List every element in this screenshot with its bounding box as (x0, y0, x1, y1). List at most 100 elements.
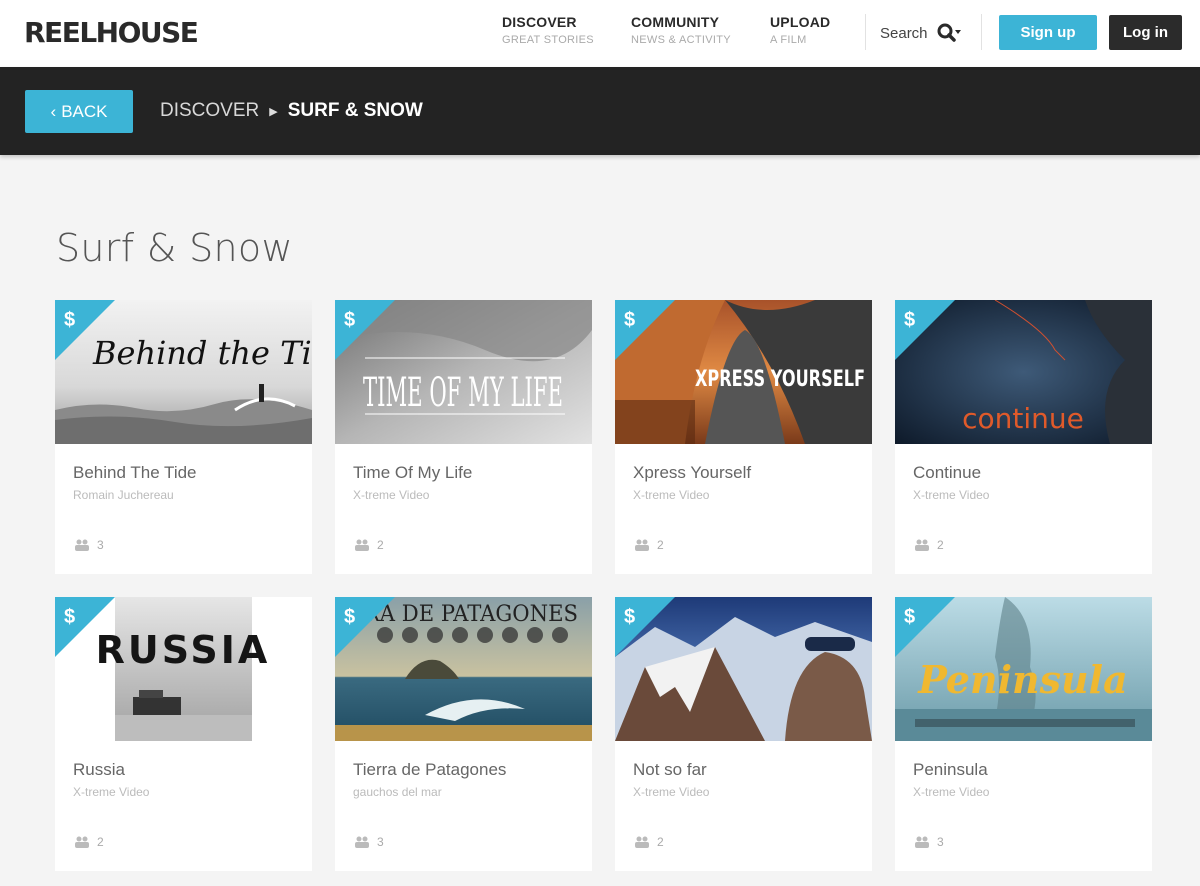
film-title[interactable]: Continue (913, 463, 981, 483)
film-title[interactable]: Time Of My Life (353, 463, 472, 483)
dollar-icon: $ (55, 597, 115, 657)
film-thumbnail[interactable]: $ (615, 597, 872, 741)
svg-text:$: $ (344, 309, 355, 331)
nav-community-label: COMMUNITY (631, 14, 720, 30)
nav-upload[interactable]: UPLOAD A FILM (770, 14, 830, 46)
top-header: REELHOUSE DISCOVER GREAT STORIES COMMUNI… (0, 0, 1200, 67)
film-title[interactable]: Russia (73, 760, 125, 780)
people-icon (635, 539, 649, 551)
svg-text:$: $ (624, 309, 635, 331)
svg-text:$: $ (344, 606, 355, 628)
nav-upload-sub: A FILM (770, 34, 807, 46)
breadcrumb-separator-icon: ▶ (269, 105, 278, 118)
film-title[interactable]: Tierra de Patagones (353, 760, 506, 780)
thumbnail-title: TIME OF MY LIFE (363, 370, 563, 416)
film-title[interactable]: Xpress Yourself (633, 463, 751, 483)
svg-text:$: $ (904, 309, 915, 331)
film-viewers: 3 (913, 835, 944, 849)
svg-text:$: $ (904, 606, 915, 628)
nav-divider (865, 14, 866, 50)
search-label: Search (880, 24, 928, 42)
people-icon (915, 836, 929, 848)
film-creator[interactable]: X-treme Video (353, 488, 429, 502)
svg-text:$: $ (624, 606, 635, 628)
svg-text:$: $ (64, 606, 75, 628)
nav-community-sub: NEWS & ACTIVITY (631, 34, 731, 46)
film-card[interactable]: RUSSIA $ Russia X-treme Video 2 (55, 597, 312, 871)
film-thumbnail[interactable]: RUSSIA $ (55, 597, 312, 741)
page-title: Surf & Snow (56, 226, 293, 270)
viewer-count: 2 (657, 835, 664, 849)
dollar-icon: $ (615, 300, 675, 360)
film-thumbnail[interactable]: Peninsula $ (895, 597, 1152, 741)
film-creator[interactable]: X-treme Video (633, 488, 709, 502)
dollar-icon: $ (895, 597, 955, 657)
nav-discover-sub: GREAT STORIES (502, 34, 594, 46)
viewer-count: 2 (937, 538, 944, 552)
film-viewers: 2 (913, 538, 944, 552)
film-thumbnail[interactable]: continue $ (895, 300, 1152, 444)
film-card[interactable]: XPRESS YOURSELF $ Xpress Yourself X-trem… (615, 300, 872, 574)
film-viewers: 3 (73, 538, 104, 552)
viewer-count: 3 (97, 538, 104, 552)
thumbnail-title: RUSSIA (96, 628, 271, 672)
film-creator[interactable]: X-treme Video (913, 785, 989, 799)
nav-divider (981, 14, 982, 50)
people-icon (75, 539, 89, 551)
nav-community[interactable]: COMMUNITY NEWS & ACTIVITY (631, 14, 731, 46)
film-creator[interactable]: gauchos del mar (353, 785, 442, 799)
film-viewers: 2 (633, 835, 664, 849)
film-card[interactable]: continue $ Continue X-treme Video 2 (895, 300, 1152, 574)
thumbnail-title: Behind the Tide (92, 334, 312, 372)
film-creator[interactable]: X-treme Video (73, 785, 149, 799)
svg-text:$: $ (64, 309, 75, 331)
breadcrumb-parent[interactable]: DISCOVER (160, 100, 259, 122)
film-title[interactable]: Peninsula (913, 760, 988, 780)
thumbnail-title: XPRESS YOURSELF (695, 367, 865, 392)
film-creator[interactable]: X-treme Video (633, 785, 709, 799)
film-thumbnail[interactable]: XPRESS YOURSELF $ (615, 300, 872, 444)
people-icon (915, 539, 929, 551)
viewer-count: 3 (937, 835, 944, 849)
back-label: BACK (61, 101, 108, 121)
viewer-count: 2 (97, 835, 104, 849)
viewer-count: 2 (657, 538, 664, 552)
people-icon (75, 836, 89, 848)
nav-discover[interactable]: DISCOVER GREAT STORIES (502, 14, 594, 46)
dollar-icon: $ (55, 300, 115, 360)
film-card[interactable]: Peninsula $ Peninsula X-treme Video 3 (895, 597, 1152, 871)
signup-button[interactable]: Sign up (999, 15, 1097, 50)
logo[interactable]: REELHOUSE (24, 16, 199, 49)
film-card[interactable]: Behind the Tide $ Behind The Tide Romain… (55, 300, 312, 574)
dollar-icon: $ (335, 597, 395, 657)
people-icon (355, 539, 369, 551)
viewer-count: 2 (377, 538, 384, 552)
film-title[interactable]: Not so far (633, 760, 707, 780)
film-thumbnail[interactable]: RRA DE PATAGONES $ (335, 597, 592, 741)
film-card[interactable]: RRA DE PATAGONES $ Tierra de Patagones g… (335, 597, 592, 871)
film-creator[interactable]: X-treme Video (913, 488, 989, 502)
thumbnail-title: continue (962, 402, 1084, 435)
search-button[interactable]: Search (880, 22, 962, 44)
film-thumbnail[interactable]: Behind the Tide $ (55, 300, 312, 444)
film-title[interactable]: Behind The Tide (73, 463, 197, 483)
film-card[interactable]: $ Not so far X-treme Video 2 (615, 597, 872, 871)
film-viewers: 2 (73, 835, 104, 849)
login-button[interactable]: Log in (1109, 15, 1182, 50)
film-viewers: 2 (633, 538, 664, 552)
back-button[interactable]: ‹ BACK (25, 90, 133, 133)
film-viewers: 2 (353, 538, 384, 552)
nav-discover-label: DISCOVER (502, 14, 577, 30)
search-icon (937, 23, 961, 42)
people-icon (635, 836, 649, 848)
film-creator[interactable]: Romain Juchereau (73, 488, 174, 502)
film-card[interactable]: TIME OF MY LIFE $ Time Of My Life X-trem… (335, 300, 592, 574)
breadcrumb-current: SURF & SNOW (287, 100, 423, 121)
film-thumbnail[interactable]: TIME OF MY LIFE $ (335, 300, 592, 444)
thumbnail-title: Peninsula (917, 657, 1128, 702)
film-viewers: 3 (353, 835, 384, 849)
dollar-icon: $ (615, 597, 675, 657)
people-icon (355, 836, 369, 848)
nav-upload-label: UPLOAD (770, 14, 831, 30)
dollar-icon: $ (335, 300, 395, 360)
